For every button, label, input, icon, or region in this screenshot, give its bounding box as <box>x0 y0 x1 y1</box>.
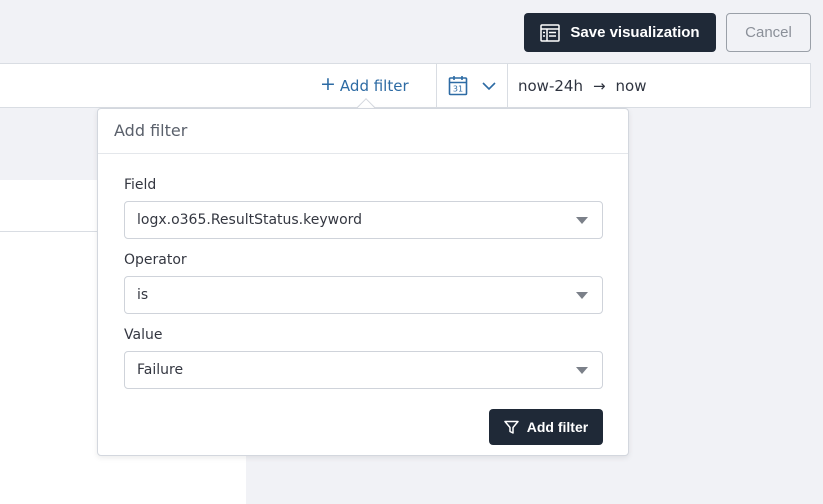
operator-select-value: is <box>137 287 149 303</box>
caret-down-icon <box>576 217 588 224</box>
time-range-end: now <box>615 76 647 95</box>
arrow-right-icon: → <box>592 76 606 95</box>
add-filter-submit-label: Add filter <box>526 419 589 435</box>
plus-icon: + <box>320 73 336 95</box>
add-filter-link-label: Add filter <box>339 76 409 95</box>
add-filter-submit-button[interactable]: Add filter <box>489 409 603 445</box>
svg-text:31: 31 <box>453 85 463 94</box>
query-bar: + Add filter 31 now-24h → now <box>0 63 811 108</box>
cancel-button[interactable]: Cancel <box>726 13 811 52</box>
date-picker-button[interactable]: 31 <box>436 64 508 107</box>
field-select-value: logx.o365.ResultStatus.keyword <box>137 212 363 228</box>
filter-icon <box>504 420 519 434</box>
field-label: Field <box>124 177 157 193</box>
caret-down-icon <box>576 292 588 299</box>
save-visualization-button[interactable]: Save visualization <box>524 13 716 52</box>
popover-title: Add filter <box>114 121 188 140</box>
value-select[interactable]: Failure <box>124 351 603 389</box>
field-select[interactable]: logx.o365.ResultStatus.keyword <box>124 201 603 239</box>
value-select-value: Failure <box>137 362 184 378</box>
time-range[interactable]: now-24h → now <box>518 64 647 107</box>
caret-down-icon <box>576 367 588 374</box>
value-label: Value <box>124 327 163 343</box>
operator-label: Operator <box>124 252 187 268</box>
time-range-start: now-24h <box>518 76 583 95</box>
popover-divider <box>98 153 628 154</box>
calendar-icon: 31 <box>448 76 468 96</box>
chevron-down-icon <box>482 81 496 90</box>
table-icon <box>540 23 561 42</box>
add-filter-popover: Add filter Field logx.o365.ResultStatus.… <box>97 108 629 456</box>
save-visualization-label: Save visualization <box>570 24 700 41</box>
operator-select[interactable]: is <box>124 276 603 314</box>
